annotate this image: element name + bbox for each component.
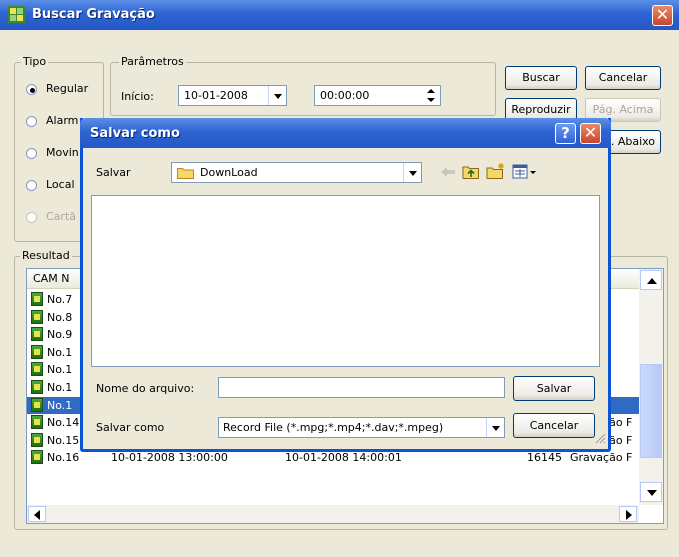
radio-indicator [26,180,37,191]
scroll-thumb[interactable] [640,364,662,458]
save-dialog-close-button[interactable]: ✕ [580,123,601,144]
cam-cell: No.15 [47,433,80,447]
arrow-right-icon [626,510,632,520]
cam-cell: No.1 [47,381,73,394]
date-picker[interactable]: 10-01-2008 [178,85,287,106]
resize-grip-icon[interactable] [594,432,606,444]
file-type-dropdown[interactable]: Record File (*.mpg;*.mp4;*.dav;*.mpeg) [218,417,505,438]
radio-label: Local [46,178,75,191]
time-stepper[interactable]: 00:00:00 [314,85,441,106]
save-button[interactable]: Salvar [513,376,595,401]
save-dialog-titlebar: Salvar como ? ✕ [80,118,611,148]
spin-up-icon[interactable] [423,87,439,96]
radio-indicator [26,212,37,223]
cam-cell: No.1 [47,398,73,412]
inicio-label: Início: [121,90,154,103]
folder-dropdown[interactable]: DownLoad [171,162,422,183]
radio-label: Movin [46,146,79,159]
time-value: 00:00:00 [320,89,370,102]
video-file-icon [31,380,43,394]
radio-label: Cartã [46,210,76,223]
filename-label: Nome do arquivo: [96,382,195,395]
main-titlebar: Buscar Gravação ✕ [0,0,679,30]
video-file-icon [31,309,43,324]
date-value: 10-01-2008 [184,89,248,102]
radio-indicator [26,116,37,127]
scroll-left-button[interactable] [28,506,46,522]
cam-cell: No.7 [47,293,73,306]
app-icon [8,6,25,23]
cam-cell: No.14 [47,416,80,430]
salvar-em-label: Salvar [96,166,131,179]
file-type-value: Record File (*.mpg;*.mp4;*.dav;*.mpeg) [223,421,444,434]
column-header-cam[interactable]: CAM N [33,272,69,285]
video-file-icon [31,432,43,447]
file-list-area[interactable] [91,195,600,367]
main-close-button[interactable]: ✕ [652,5,673,26]
tipo-group-label: Tipo [21,55,49,68]
video-file-icon [31,450,43,465]
video-file-icon [31,292,43,306]
new-folder-icon[interactable] [486,162,506,180]
scroll-right-button[interactable] [619,506,637,522]
close-icon: ✕ [583,123,598,142]
cancelar-button[interactable]: Cancelar [585,66,661,90]
type-cell: Gravação F [570,451,633,465]
cam-cell: No.1 [47,363,73,377]
save-type-label: Salvar como [96,421,165,434]
video-file-icon [31,362,43,377]
scroll-down-button[interactable] [640,482,662,502]
chevron-down-icon[interactable] [268,86,286,105]
buscar-button[interactable]: Buscar [505,66,577,90]
cam-cell: No.9 [47,328,73,342]
folder-name: DownLoad [200,166,258,179]
filename-input[interactable] [218,377,505,398]
vertical-scrollbar[interactable] [639,269,663,505]
save-dialog-title: Salvar como [90,126,180,141]
arrow-down-icon [647,490,657,496]
chevron-down-icon[interactable] [486,418,504,437]
video-file-icon [31,397,43,412]
up-folder-icon[interactable] [462,164,480,180]
video-file-icon [31,415,43,430]
radio-indicator [26,84,37,95]
main-window-title: Buscar Gravação [32,7,155,22]
size-cell: 16145 [527,451,562,465]
back-arrow-icon [440,165,456,179]
radio-regular[interactable]: Regular [26,82,106,98]
cam-cell: No.8 [47,310,73,324]
view-menu-icon[interactable] [512,164,538,180]
close-icon: ✕ [655,5,670,24]
resultado-group-label: Resultad [20,249,72,262]
video-file-icon [31,327,43,342]
radio-indicator [26,148,37,159]
radio-label: Regular [46,82,89,95]
cancel-button[interactable]: Cancelar [513,413,595,438]
chevron-down-icon[interactable] [403,163,421,182]
cam-cell: No.16 [47,451,80,465]
horizontal-scrollbar[interactable] [27,505,639,523]
scroll-up-button[interactable] [640,270,662,290]
cam-cell: No.1 [47,345,73,359]
video-file-icon [31,344,43,359]
arrow-left-icon [34,510,40,520]
arrow-up-icon [647,278,657,284]
help-button[interactable]: ? [555,123,576,144]
folder-icon [177,166,194,179]
help-icon: ? [561,124,570,142]
parametros-group-label: Parâmetros [119,55,186,68]
radio-label: Alarm [46,114,79,127]
start-time-cell: 10-01-2008 13:00:00 [111,451,228,465]
end-time-cell: 10-01-2008 14:00:01 [285,451,402,465]
spin-down-icon[interactable] [423,96,439,105]
